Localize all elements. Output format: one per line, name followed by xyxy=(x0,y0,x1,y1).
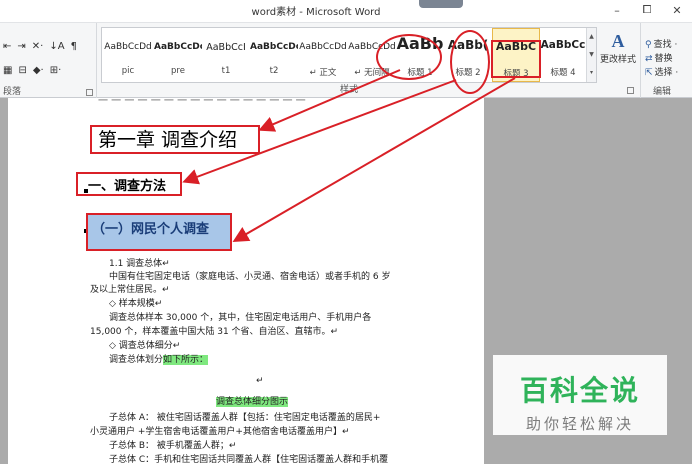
watermark: 百科全说 助你轻松解决 xyxy=(493,355,667,435)
arrow-to-heading-2 xyxy=(182,79,457,185)
watermark-title: 百科全说 xyxy=(519,374,640,407)
arrow-to-heading-1 xyxy=(258,69,401,132)
watermark-subtitle: 助你轻松解决 xyxy=(525,415,634,433)
arrow-to-heading-3 xyxy=(232,77,516,243)
